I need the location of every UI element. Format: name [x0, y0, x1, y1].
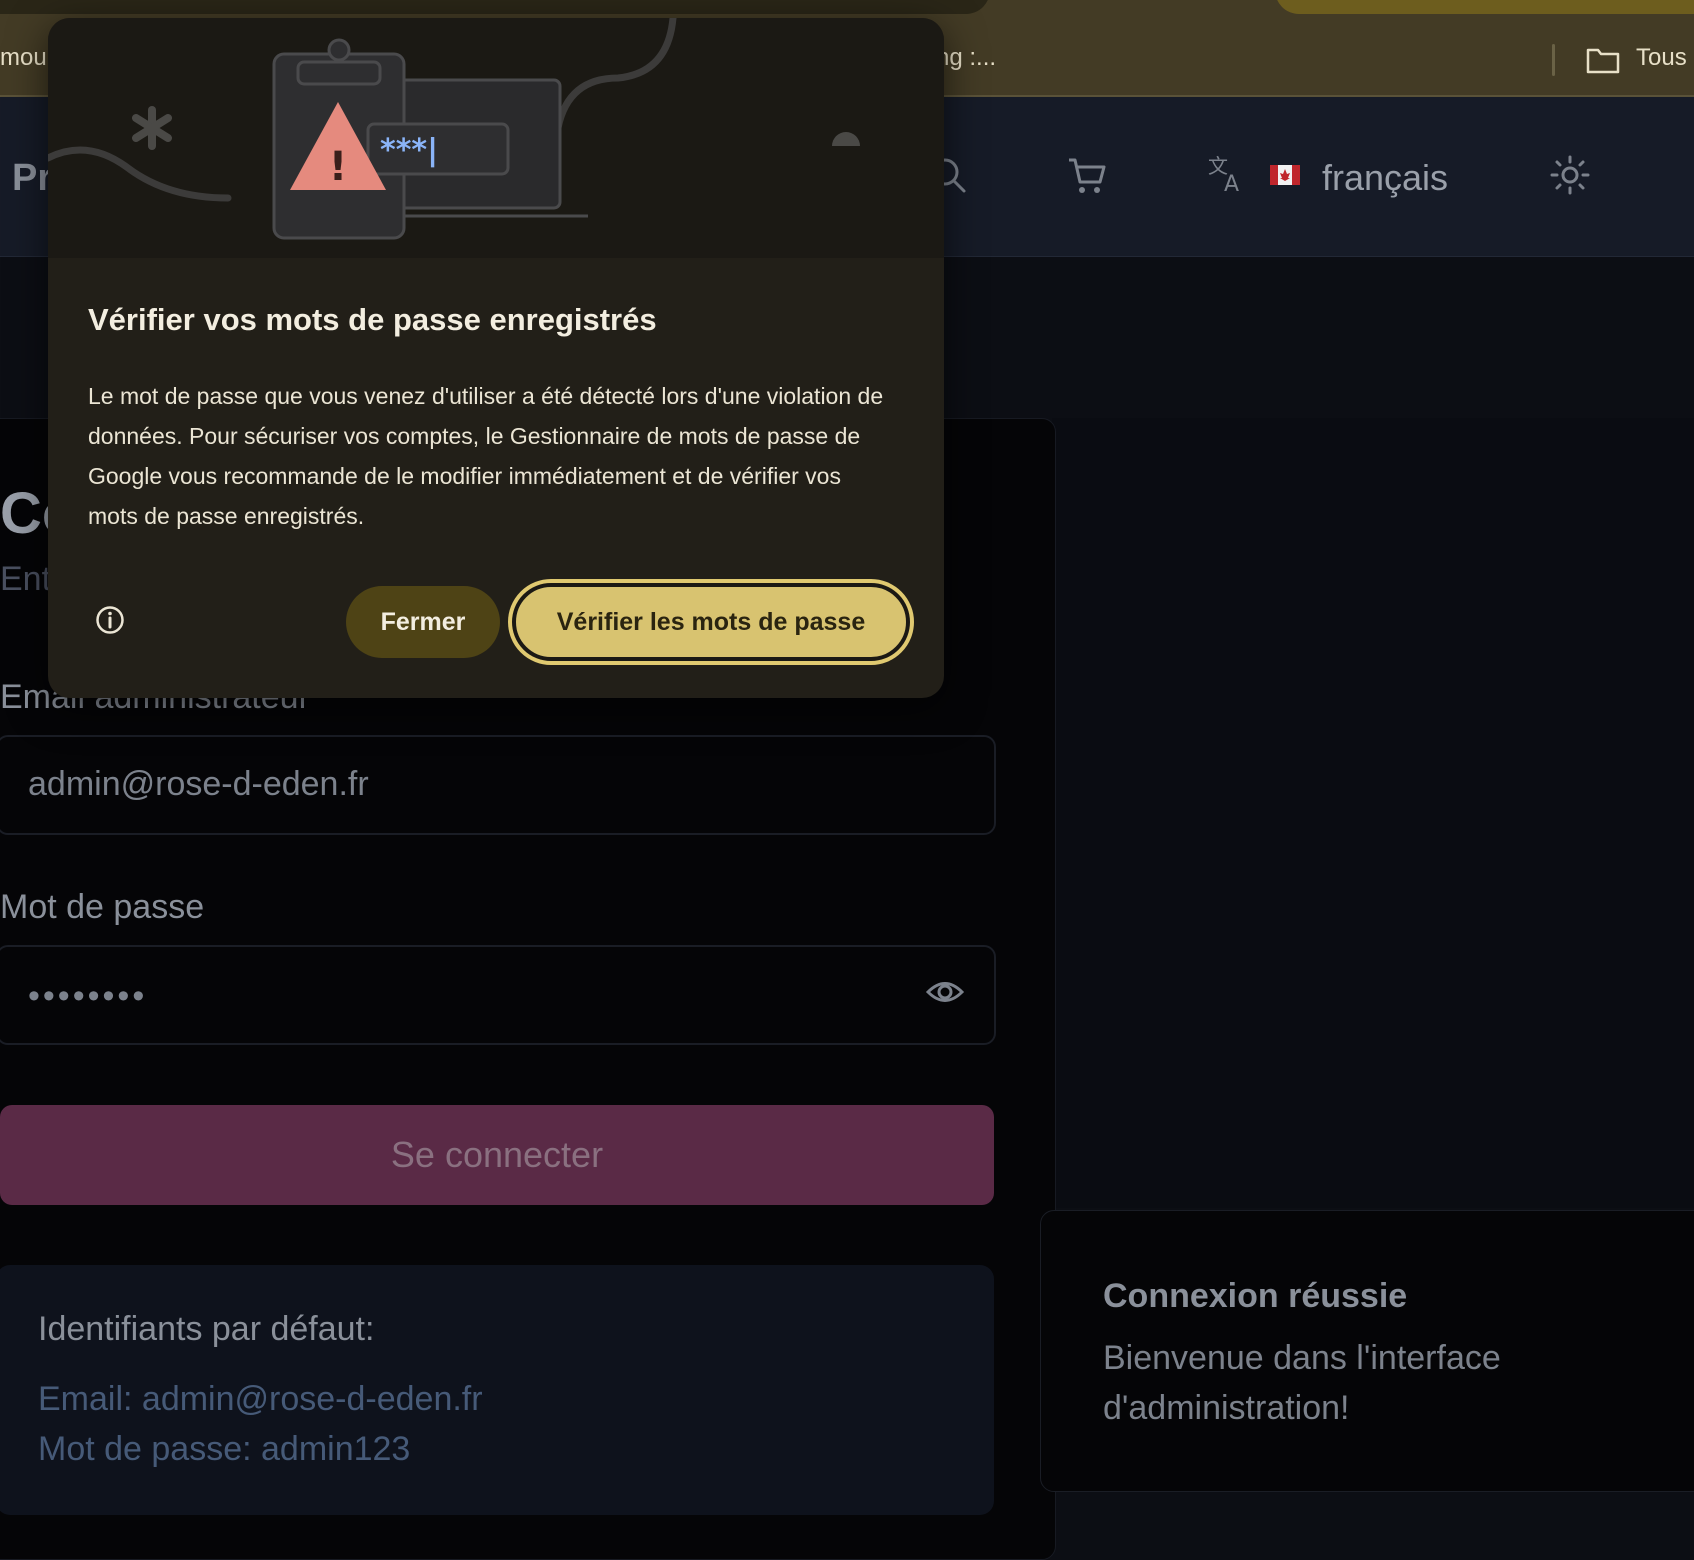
email-field-value: admin@rose-d-eden.fr — [28, 765, 369, 803]
bookmark-separator — [1552, 44, 1555, 76]
password-breach-illustration: ***| ! — [48, 18, 860, 240]
success-toast: Connexion réussie Bienvenue dans l'inter… — [1040, 1210, 1694, 1492]
bookmark-item-mid[interactable]: ng :... — [936, 44, 996, 72]
eye-icon[interactable] — [926, 977, 964, 1007]
language-selector[interactable]: français — [1322, 157, 1448, 199]
login-submit-button[interactable]: Se connecter — [0, 1105, 994, 1205]
dialog-body: Le mot de passe que vous venez d'utilise… — [88, 383, 884, 529]
dialog-title: Vérifier vos mots de passe enregistrés — [88, 302, 657, 337]
default-credentials-title: Identifiants par défaut: — [38, 1310, 375, 1348]
default-credentials-box: Identifiants par défaut: Email: admin@ro… — [0, 1265, 994, 1515]
folder-icon[interactable] — [1586, 46, 1620, 74]
check-passwords-button[interactable]: Vérifier les mots de passe — [508, 579, 914, 665]
default-credentials-password: Mot de passe: admin123 — [38, 1430, 411, 1468]
dialog-illustration: ***| ! — [48, 18, 944, 258]
bookmark-folder-all[interactable]: Tous — [1636, 44, 1687, 72]
svg-text:A: A — [1224, 172, 1239, 195]
sun-icon[interactable] — [1550, 155, 1590, 195]
flag-canada-icon — [1270, 165, 1300, 185]
password-label: Mot de passe — [0, 888, 205, 926]
browser-tab-strip-left — [0, 0, 990, 14]
translate-icon[interactable]: 文 A — [1206, 153, 1248, 195]
cart-icon[interactable] — [1066, 155, 1108, 197]
brand-logo-text[interactable]: Pr — [12, 157, 52, 200]
password-field[interactable]: •••••••• — [0, 945, 996, 1045]
toast-message: Bienvenue dans l'interface d'administrat… — [1103, 1339, 1501, 1427]
password-field-value: •••••••• — [28, 977, 148, 1015]
login-subtitle: Ent — [0, 560, 52, 598]
page-background-right — [1052, 418, 1694, 1208]
browser-tab-strip-right — [1275, 0, 1694, 14]
illustration-password-text: ***| — [380, 133, 438, 168]
close-button[interactable]: Fermer — [346, 586, 500, 658]
password-check-dialog: ***| ! Vérifier vos mots de passe enregi… — [48, 18, 944, 698]
toast-title: Connexion réussie — [1103, 1277, 1408, 1315]
svg-text:!: ! — [329, 144, 347, 190]
default-credentials-email: Email: admin@rose-d-eden.fr — [38, 1380, 483, 1418]
email-field[interactable]: admin@rose-d-eden.fr — [0, 735, 996, 835]
info-icon[interactable] — [94, 604, 126, 636]
